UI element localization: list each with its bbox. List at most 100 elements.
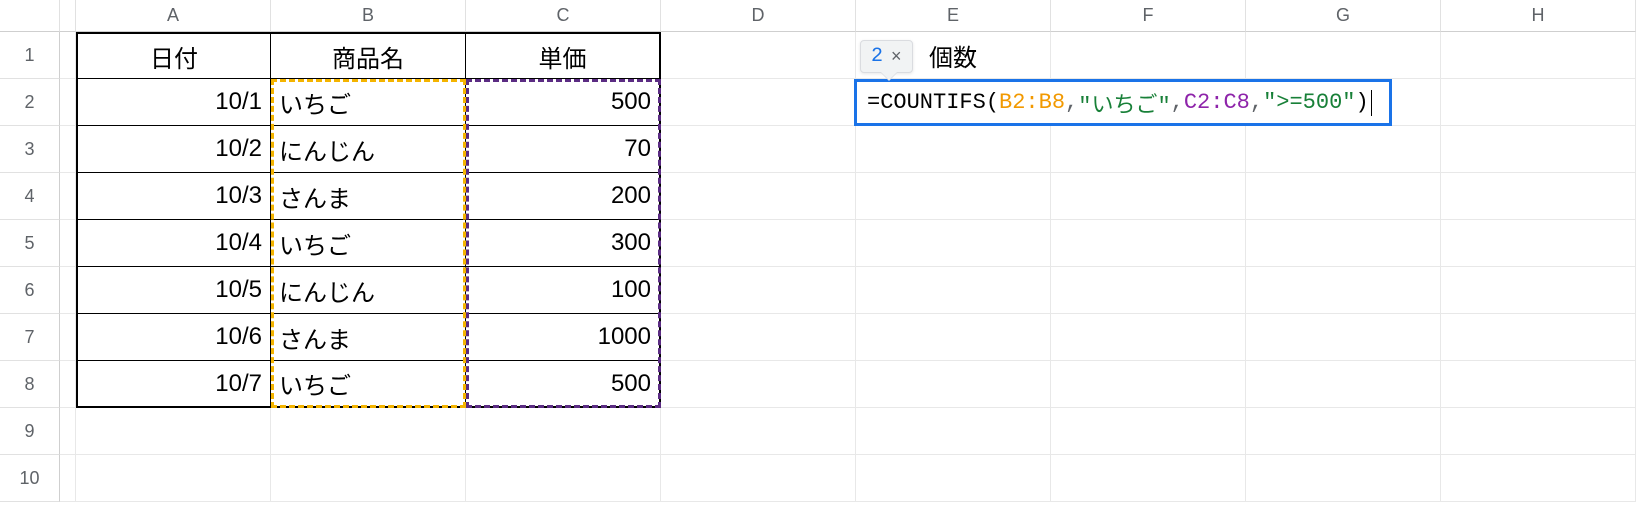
cell-H9[interactable] xyxy=(1441,408,1636,455)
cell-G7[interactable] xyxy=(1246,314,1441,361)
cell-D8[interactable] xyxy=(661,361,856,408)
cell-B5[interactable]: いちご xyxy=(271,220,466,267)
cell-A4[interactable]: 10/3 xyxy=(76,173,271,220)
cell-A1[interactable]: 日付 xyxy=(76,32,271,79)
cell-G6[interactable] xyxy=(1246,267,1441,314)
cell-E7[interactable] xyxy=(856,314,1051,361)
cell-G8[interactable] xyxy=(1246,361,1441,408)
cell-C10[interactable] xyxy=(466,455,661,502)
cell-C9[interactable] xyxy=(466,408,661,455)
cell-C8[interactable]: 500 xyxy=(466,361,661,408)
col-header-D[interactable]: D xyxy=(661,0,856,32)
cell-H6[interactable] xyxy=(1441,267,1636,314)
cell-A2[interactable]: 10/1 xyxy=(76,79,271,126)
cell-F4[interactable] xyxy=(1051,173,1246,220)
cell-G5[interactable] xyxy=(1246,220,1441,267)
cell-C6[interactable]: 100 xyxy=(466,267,661,314)
cell-G3[interactable] xyxy=(1246,126,1441,173)
cell-E4[interactable] xyxy=(856,173,1051,220)
cell-E9[interactable] xyxy=(856,408,1051,455)
cell-D9[interactable] xyxy=(661,408,856,455)
cell-D10[interactable] xyxy=(661,455,856,502)
cell-D2[interactable] xyxy=(661,79,856,126)
cell-H5[interactable] xyxy=(1441,220,1636,267)
cell-B6[interactable]: にんじん xyxy=(271,267,466,314)
cell-E5[interactable] xyxy=(856,220,1051,267)
row-header-4[interactable]: 4 xyxy=(0,173,60,220)
cell-F3[interactable] xyxy=(1051,126,1246,173)
row-header-10[interactable]: 10 xyxy=(0,455,60,502)
cell-C5[interactable]: 300 xyxy=(466,220,661,267)
cell-F10[interactable] xyxy=(1051,455,1246,502)
cell-D5[interactable] xyxy=(661,220,856,267)
cell-E10[interactable] xyxy=(856,455,1051,502)
cell-A10[interactable] xyxy=(76,455,271,502)
cell-E6[interactable] xyxy=(856,267,1051,314)
cell-H1[interactable] xyxy=(1441,32,1636,79)
cell-C7[interactable]: 1000 xyxy=(466,314,661,361)
cell-C2[interactable]: 500 xyxy=(466,79,661,126)
cell-F6[interactable] xyxy=(1051,267,1246,314)
cell-G1[interactable] xyxy=(1246,32,1441,79)
cell-F5[interactable] xyxy=(1051,220,1246,267)
cell-H10[interactable] xyxy=(1441,455,1636,502)
cell-F7[interactable] xyxy=(1051,314,1246,361)
cell-H7[interactable] xyxy=(1441,314,1636,361)
row-header-8[interactable]: 8 xyxy=(0,361,60,408)
cell-B2[interactable]: いちご xyxy=(271,79,466,126)
cell-H3[interactable] xyxy=(1441,126,1636,173)
row-header-1[interactable]: 1 xyxy=(0,32,60,79)
cell-H2[interactable] xyxy=(1441,79,1636,126)
row-spacer xyxy=(60,361,76,408)
col-header-G[interactable]: G xyxy=(1246,0,1441,32)
cell-D3[interactable] xyxy=(661,126,856,173)
cell-G9[interactable] xyxy=(1246,408,1441,455)
col-header-A[interactable]: A xyxy=(76,0,271,32)
row-header-6[interactable]: 6 xyxy=(0,267,60,314)
col-header-C[interactable]: C xyxy=(466,0,661,32)
cell-D4[interactable] xyxy=(661,173,856,220)
cell-B3[interactable]: にんじん xyxy=(271,126,466,173)
cell-D6[interactable] xyxy=(661,267,856,314)
cell-A7[interactable]: 10/6 xyxy=(76,314,271,361)
cell-H4[interactable] xyxy=(1441,173,1636,220)
col-header-E[interactable]: E xyxy=(856,0,1051,32)
cell-H8[interactable] xyxy=(1441,361,1636,408)
cell-G4[interactable] xyxy=(1246,173,1441,220)
formula-editor[interactable]: =COUNTIFS(B2:B8,"いちご",C2:C8,">=500") xyxy=(854,79,1392,126)
col-header-H[interactable]: H xyxy=(1441,0,1636,32)
cell-B4[interactable]: さんま xyxy=(271,173,466,220)
cell-G10[interactable] xyxy=(1246,455,1441,502)
cell-A8[interactable]: 10/7 xyxy=(76,361,271,408)
cell-B9[interactable] xyxy=(271,408,466,455)
formula-comma: , xyxy=(1065,90,1078,115)
cell-F9[interactable] xyxy=(1051,408,1246,455)
cell-F8[interactable] xyxy=(1051,361,1246,408)
row-header-9[interactable]: 9 xyxy=(0,408,60,455)
cell-A5[interactable]: 10/4 xyxy=(76,220,271,267)
col-header-B[interactable]: B xyxy=(271,0,466,32)
cell-B8[interactable]: いちご xyxy=(271,361,466,408)
cell-E3[interactable] xyxy=(856,126,1051,173)
row-spacer xyxy=(60,79,76,126)
select-all-corner[interactable] xyxy=(0,0,60,32)
cell-F1[interactable] xyxy=(1051,32,1246,79)
cell-C3[interactable]: 70 xyxy=(466,126,661,173)
row-header-3[interactable]: 3 xyxy=(0,126,60,173)
cell-B10[interactable] xyxy=(271,455,466,502)
cell-C4[interactable]: 200 xyxy=(466,173,661,220)
row-header-5[interactable]: 5 xyxy=(0,220,60,267)
cell-B7[interactable]: さんま xyxy=(271,314,466,361)
cell-A9[interactable] xyxy=(76,408,271,455)
cell-A3[interactable]: 10/2 xyxy=(76,126,271,173)
cell-A6[interactable]: 10/5 xyxy=(76,267,271,314)
cell-D7[interactable] xyxy=(661,314,856,361)
row-header-7[interactable]: 7 xyxy=(0,314,60,361)
cell-D1[interactable] xyxy=(661,32,856,79)
col-header-F[interactable]: F xyxy=(1051,0,1246,32)
close-icon[interactable]: × xyxy=(891,46,902,67)
cell-E8[interactable] xyxy=(856,361,1051,408)
cell-C1[interactable]: 単価 xyxy=(466,32,661,79)
cell-B1[interactable]: 商品名 xyxy=(271,32,466,79)
row-header-2[interactable]: 2 xyxy=(0,79,60,126)
